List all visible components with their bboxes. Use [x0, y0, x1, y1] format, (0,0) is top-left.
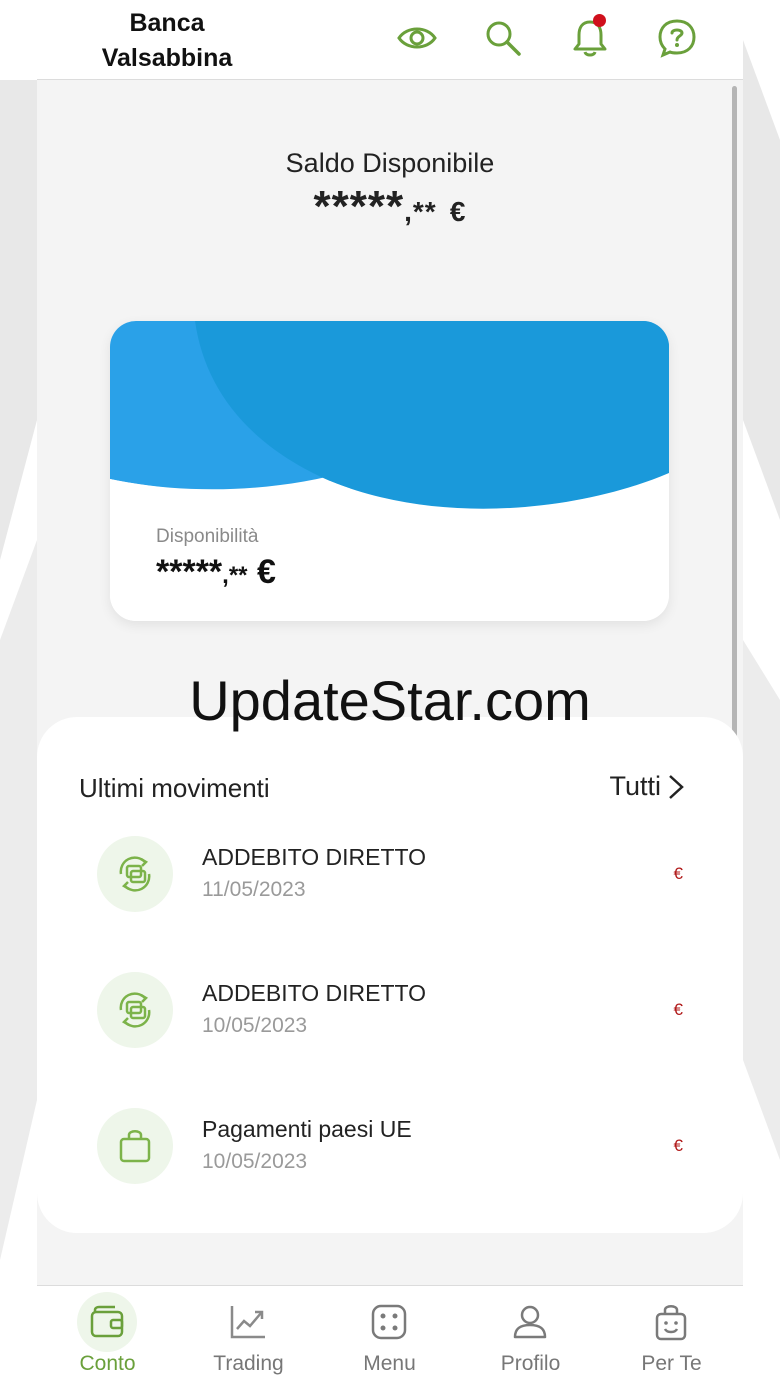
movement-name: ADDEBITO DIRETTO — [202, 844, 427, 870]
account-card[interactable]: Disponibilità *****,** € — [110, 321, 669, 621]
nav-icon-badge — [641, 1292, 701, 1352]
balance-masked-main: ***** — [313, 182, 405, 231]
nav-icon-badge — [218, 1292, 278, 1352]
toggle-visibility-button[interactable] — [397, 18, 437, 58]
watermark-text: UpdateStar.com — [189, 669, 591, 732]
nav-label: Profilo — [500, 1352, 561, 1375]
top-header: Banca Valsabbina — [37, 0, 743, 80]
availability-value: *****,** € — [156, 553, 276, 592]
movement-row[interactable]: Pagamenti paesi UE 10/05/2023 € — [37, 1108, 743, 1208]
movement-icon-badge — [97, 836, 173, 912]
nav-item-per-te[interactable]: Per Te — [601, 1286, 742, 1386]
availability-masked-main: ***** — [156, 553, 223, 591]
nav-icon-badge — [77, 1292, 137, 1352]
notification-badge — [593, 14, 606, 27]
shopping-bag-icon — [119, 1130, 151, 1163]
nav-item-conto[interactable]: Conto — [37, 1286, 178, 1386]
movement-icon-badge — [97, 1108, 173, 1184]
availability-masked-cents: ,** — [222, 562, 248, 589]
movement-date: 11/05/2023 — [202, 878, 306, 901]
balance-label: Saldo Disponibile — [285, 148, 495, 178]
nav-label: Trading — [213, 1352, 284, 1375]
chevron-right-icon — [669, 774, 684, 799]
search-button[interactable] — [483, 18, 523, 58]
movement-amount: € — [673, 864, 683, 883]
balance-masked-cents: ,** — [404, 196, 437, 227]
movement-date: 10/05/2023 — [202, 1014, 308, 1037]
nav-item-profilo[interactable]: Profilo — [460, 1286, 601, 1386]
nav-icon-badge — [500, 1292, 560, 1352]
nav-item-menu[interactable]: Menu — [319, 1286, 460, 1386]
nav-label: Conto — [79, 1352, 136, 1375]
bank-logo: Banca Valsabbina — [67, 6, 267, 76]
availability-currency: € — [256, 553, 276, 591]
bottom-navigation: Conto Trading Menu Profilo Per Te — [37, 1285, 743, 1386]
movement-amount: € — [673, 1136, 683, 1155]
brand-line-1: Banca — [129, 9, 205, 37]
help-button[interactable] — [657, 18, 697, 58]
chart-icon — [230, 1306, 265, 1339]
balance-value: *****,** € — [37, 182, 743, 232]
nav-item-trading[interactable]: Trading — [178, 1286, 319, 1386]
movement-amount: € — [673, 1000, 683, 1019]
movement-date: 10/05/2023 — [202, 1150, 308, 1173]
latest-movements-panel: Ultimi movimenti Tutti ADDEBITO DIRETTO … — [37, 717, 743, 1233]
gift-bag-icon — [655, 1305, 687, 1341]
movement-name: ADDEBITO DIRETTO — [202, 980, 427, 1006]
user-icon — [513, 1305, 547, 1339]
movement-name: Pagamenti paesi UE — [202, 1116, 412, 1142]
search-icon — [486, 21, 521, 56]
wallet-icon — [90, 1305, 124, 1338]
see-all-label: Tutti — [609, 771, 661, 801]
eye-icon — [397, 27, 437, 49]
movement-row[interactable]: ADDEBITO DIRETTO 10/05/2023 € — [37, 972, 743, 1072]
availability-label: Disponibilità — [156, 526, 259, 547]
notifications-button[interactable] — [570, 14, 610, 58]
see-all-movements-link[interactable]: Tutti — [609, 771, 685, 802]
brand-line-2: Valsabbina — [101, 44, 233, 72]
nav-icon-badge — [359, 1292, 419, 1352]
nav-label: Menu — [363, 1352, 416, 1375]
movement-icon-badge — [97, 972, 173, 1048]
nav-label: Per Te — [641, 1352, 702, 1375]
dice-menu-icon — [371, 1304, 407, 1340]
transfer-icon — [119, 992, 151, 1028]
balance-currency: € — [449, 196, 467, 227]
movements-title: Ultimi movimenti — [79, 773, 270, 803]
help-icon — [658, 19, 696, 58]
app-screen: Banca Valsabbina Saldo Disponibile *****… — [37, 0, 743, 1386]
movement-row[interactable]: ADDEBITO DIRETTO 11/05/2023 € — [37, 836, 743, 936]
transfer-icon — [119, 856, 151, 892]
